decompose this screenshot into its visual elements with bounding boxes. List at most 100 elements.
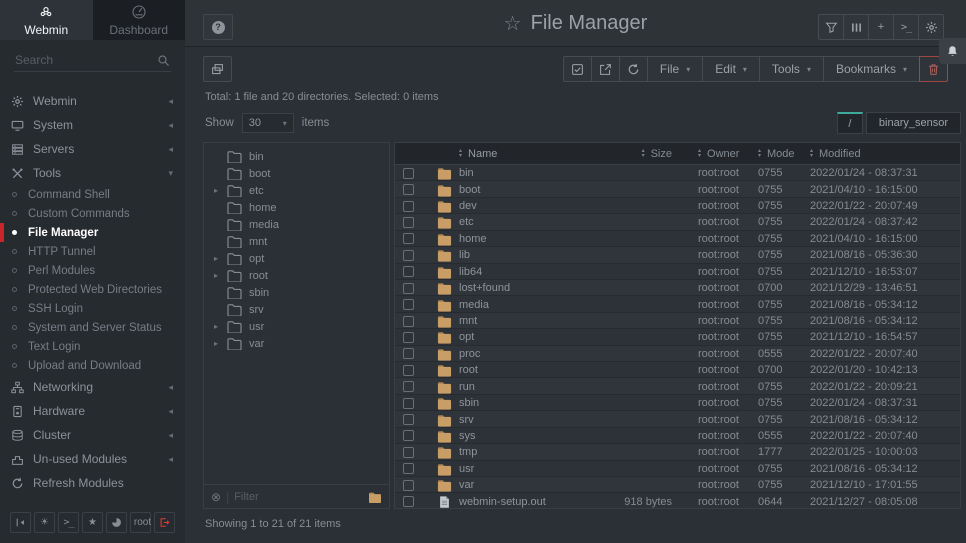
- row-checkbox[interactable]: [403, 398, 414, 409]
- expand-arrow-icon[interactable]: ▸: [214, 322, 227, 331]
- file-row[interactable]: webmin-setup.out 918 bytes root:root 064…: [395, 493, 960, 508]
- tree-item[interactable]: ▸ etc: [204, 182, 389, 199]
- row-checkbox[interactable]: [403, 266, 414, 277]
- sidebar-item[interactable]: Custom Commands: [0, 204, 185, 223]
- file-row[interactable]: srv root:root 0755 2021/08/16 - 05:34:12: [395, 411, 960, 427]
- file-row[interactable]: lost+found root:root 0700 2021/12/29 - 1…: [395, 280, 960, 296]
- stats-button[interactable]: [106, 512, 127, 533]
- breadcrumb-bookmark[interactable]: binary_sensor: [866, 112, 961, 134]
- bookmarks-menu[interactable]: Bookmarks ▾: [823, 56, 920, 82]
- row-checkbox[interactable]: [403, 184, 414, 195]
- file-name[interactable]: opt: [459, 331, 598, 343]
- sidebar-item[interactable]: Refresh Modules: [0, 471, 185, 495]
- file-row[interactable]: lib root:root 0755 2021/08/16 - 05:36:30: [395, 247, 960, 263]
- tree-item[interactable]: ▸ var: [204, 335, 389, 352]
- tree-item[interactable]: srv: [204, 301, 389, 318]
- row-checkbox[interactable]: [403, 348, 414, 359]
- file-name[interactable]: root: [459, 364, 598, 376]
- file-row[interactable]: bin root:root 0755 2022/01/24 - 08:37:31: [395, 165, 960, 181]
- file-row[interactable]: proc root:root 0555 2022/01/22 - 20:07:4…: [395, 346, 960, 362]
- notifications-tab[interactable]: [939, 38, 966, 64]
- refresh-button[interactable]: [619, 56, 648, 82]
- copy-path-button[interactable]: [203, 56, 232, 82]
- settings-button[interactable]: [918, 14, 944, 40]
- sidebar-item[interactable]: Command Shell: [0, 185, 185, 204]
- file-row[interactable]: var root:root 0755 2021/12/10 - 17:01:55: [395, 477, 960, 493]
- clear-filter-icon[interactable]: ⊗: [211, 490, 221, 504]
- tree-item[interactable]: mnt: [204, 233, 389, 250]
- sidebar-item[interactable]: Perl Modules: [0, 261, 185, 280]
- expand-arrow-icon[interactable]: ▸: [214, 339, 227, 348]
- file-name[interactable]: dev: [459, 200, 598, 212]
- tree-item[interactable]: boot: [204, 165, 389, 182]
- sidebar-item[interactable]: Hardware ◂: [0, 399, 185, 423]
- file-name[interactable]: srv: [459, 414, 598, 426]
- file-name[interactable]: run: [459, 381, 598, 393]
- file-name[interactable]: etc: [459, 216, 598, 228]
- tree-item[interactable]: media: [204, 216, 389, 233]
- terminal-button[interactable]: >_: [893, 14, 919, 40]
- row-checkbox[interactable]: [403, 480, 414, 491]
- row-checkbox[interactable]: [403, 365, 414, 376]
- file-row[interactable]: etc root:root 0755 2022/01/24 - 08:37:42: [395, 214, 960, 230]
- add-button[interactable]: +: [868, 14, 894, 40]
- sidebar-item[interactable]: Upload and Download: [0, 356, 185, 375]
- column-header-owner[interactable]: ▴▾ Owner: [698, 148, 758, 160]
- file-name[interactable]: mnt: [459, 315, 598, 327]
- shell-button[interactable]: >_: [58, 512, 79, 533]
- sidebar-item[interactable]: Cluster ◂: [0, 423, 185, 447]
- sidebar-item[interactable]: Text Login: [0, 337, 185, 356]
- file-name[interactable]: media: [459, 299, 598, 311]
- file-name[interactable]: sbin: [459, 397, 598, 409]
- show-items-select[interactable]: 30 ▾: [242, 113, 294, 133]
- file-name[interactable]: sys: [459, 430, 598, 442]
- columns-button[interactable]: [843, 14, 869, 40]
- row-checkbox[interactable]: [403, 299, 414, 310]
- sidebar-item[interactable]: File Manager: [0, 223, 185, 242]
- expand-arrow-icon[interactable]: ▸: [214, 254, 227, 263]
- file-row[interactable]: mnt root:root 0755 2021/08/16 - 05:34:12: [395, 313, 960, 329]
- row-checkbox[interactable]: [403, 316, 414, 327]
- file-name[interactable]: webmin-setup.out: [459, 496, 598, 508]
- row-checkbox[interactable]: [403, 414, 414, 425]
- sidebar-item[interactable]: Webmin ◂: [0, 89, 185, 113]
- tools-menu[interactable]: Tools ▾: [759, 56, 824, 82]
- file-row[interactable]: usr root:root 0755 2021/08/16 - 05:34:12: [395, 461, 960, 477]
- search-input[interactable]: [14, 51, 171, 72]
- tree-item[interactable]: sbin: [204, 284, 389, 301]
- sidebar-item[interactable]: Servers ◂: [0, 137, 185, 161]
- file-row[interactable]: sbin root:root 0755 2022/01/24 - 08:37:3…: [395, 395, 960, 411]
- select-all-button[interactable]: [563, 56, 592, 82]
- logout-button[interactable]: [154, 512, 175, 533]
- column-header-size[interactable]: ▴▾ Size: [598, 148, 698, 160]
- tree-item[interactable]: ▸ root: [204, 267, 389, 284]
- tree-item[interactable]: ▸ usr: [204, 318, 389, 335]
- tree-item[interactable]: ▸ opt: [204, 250, 389, 267]
- sidebar-item[interactable]: Protected Web Directories: [0, 280, 185, 299]
- expand-arrow-icon[interactable]: ▸: [214, 271, 227, 280]
- file-name[interactable]: lib64: [459, 266, 598, 278]
- sidebar-item[interactable]: Networking ◂: [0, 375, 185, 399]
- favorites-button[interactable]: ★: [82, 512, 103, 533]
- column-header-name[interactable]: ▴▾ Name: [459, 148, 598, 160]
- goto-folder-icon[interactable]: [368, 491, 382, 503]
- file-row[interactable]: home root:root 0755 2021/04/10 - 16:15:0…: [395, 231, 960, 247]
- file-name[interactable]: lib: [459, 249, 598, 261]
- file-row[interactable]: media root:root 0755 2021/08/16 - 05:34:…: [395, 296, 960, 312]
- column-header-modified[interactable]: ▴▾ Modified: [810, 148, 960, 160]
- tree-filter-input[interactable]: [234, 491, 363, 503]
- tab-dashboard[interactable]: Dashboard: [93, 0, 186, 40]
- file-name[interactable]: usr: [459, 463, 598, 475]
- file-name[interactable]: proc: [459, 348, 598, 360]
- sidebar-item[interactable]: System and Server Status: [0, 318, 185, 337]
- file-row[interactable]: run root:root 0755 2022/01/22 - 20:09:21: [395, 378, 960, 394]
- file-name[interactable]: bin: [459, 167, 598, 179]
- row-checkbox[interactable]: [403, 201, 414, 212]
- row-checkbox[interactable]: [403, 168, 414, 179]
- theme-toggle-button[interactable]: ☀: [34, 512, 55, 533]
- file-row[interactable]: lib64 root:root 0755 2021/12/10 - 16:53:…: [395, 264, 960, 280]
- file-row[interactable]: sys root:root 0555 2022/01/22 - 20:07:40: [395, 428, 960, 444]
- sidebar-item[interactable]: Un-used Modules ◂: [0, 447, 185, 471]
- file-name[interactable]: var: [459, 479, 598, 491]
- row-checkbox[interactable]: [403, 250, 414, 261]
